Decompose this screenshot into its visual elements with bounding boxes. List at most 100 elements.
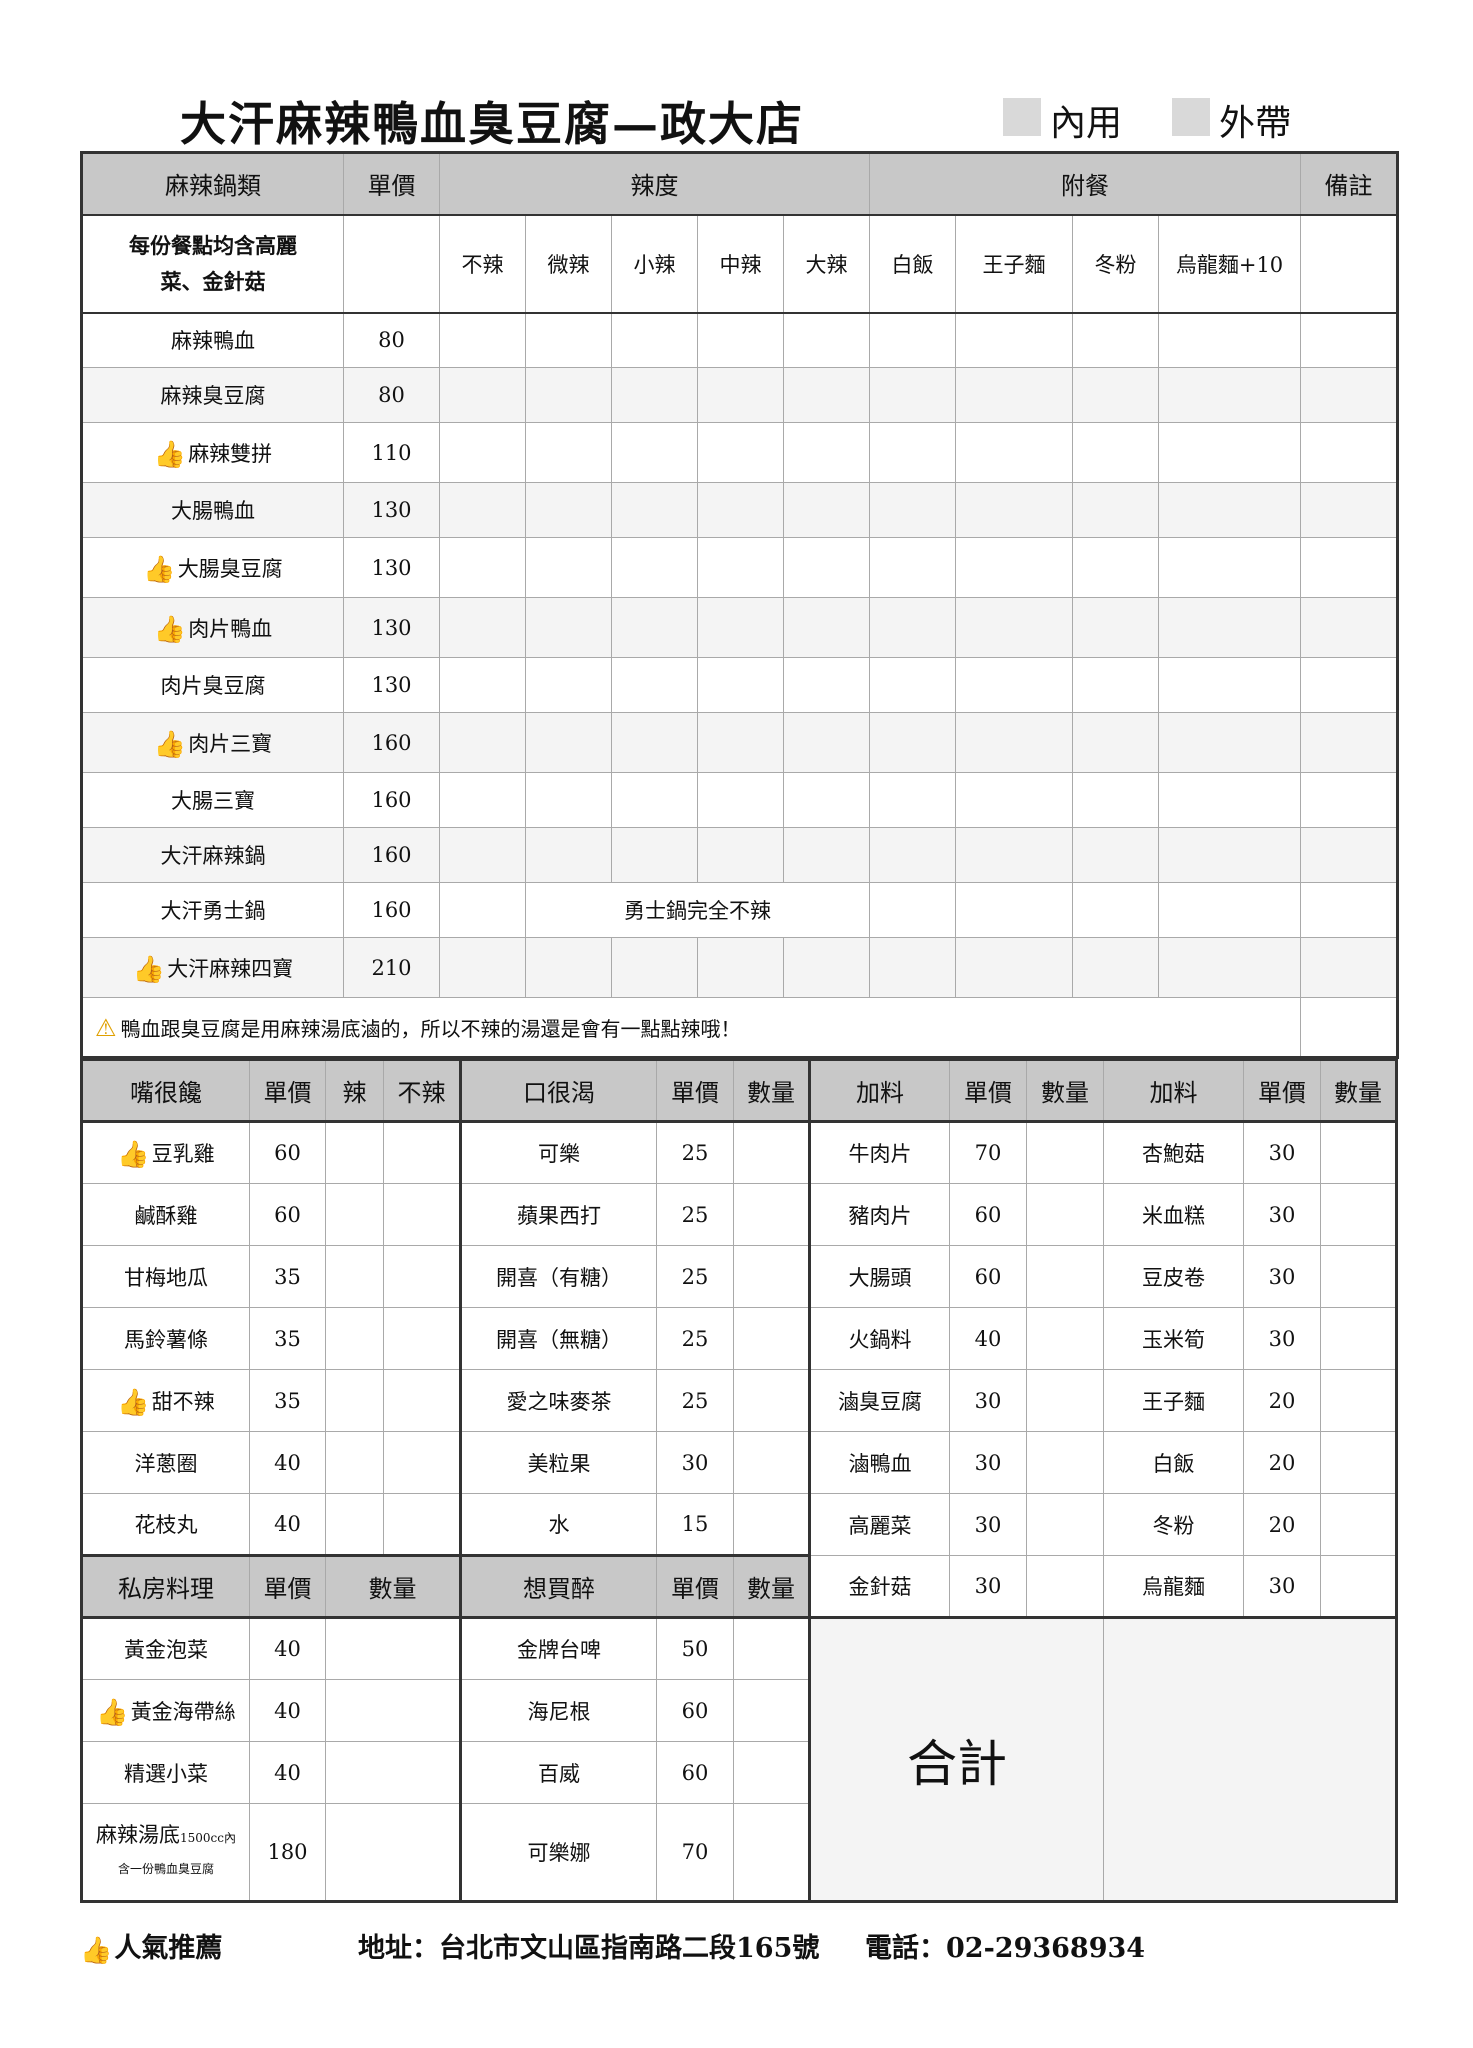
snack-spicy-qty[interactable] — [325, 1183, 384, 1246]
snack-not-spicy-qty[interactable] — [383, 1121, 461, 1184]
spice-checkbox-4[interactable] — [782, 537, 871, 598]
snack-not-spicy-qty[interactable] — [383, 1307, 461, 1370]
snack-spicy-qty[interactable] — [325, 1369, 384, 1432]
spice-checkbox-0[interactable] — [439, 772, 526, 828]
side-checkbox-3[interactable] — [1158, 712, 1302, 773]
side-checkbox-0[interactable] — [869, 712, 957, 773]
side-checkbox-3[interactable] — [1158, 597, 1302, 658]
note-cell[interactable] — [1300, 537, 1399, 598]
spice-checkbox-1[interactable] — [525, 597, 612, 658]
note-cell[interactable] — [1300, 597, 1399, 658]
spice-checkbox-0[interactable] — [439, 657, 526, 713]
snack-not-spicy-qty[interactable] — [383, 1493, 461, 1556]
side-checkbox-0[interactable] — [869, 657, 957, 713]
side-checkbox-2[interactable] — [1072, 772, 1160, 828]
spice-checkbox-3[interactable] — [697, 772, 784, 828]
side-checkbox-0[interactable] — [869, 482, 957, 538]
spice-checkbox-4[interactable] — [782, 772, 871, 828]
beer-qty[interactable] — [733, 1679, 810, 1742]
side-checkbox-3[interactable] — [1158, 772, 1302, 828]
spice-checkbox-1[interactable] — [525, 657, 612, 713]
snack-spicy-qty[interactable] — [325, 1431, 384, 1494]
side-checkbox-2[interactable] — [1072, 367, 1160, 423]
side-checkbox-2[interactable] — [1072, 712, 1160, 773]
side-checkbox-1[interactable] — [955, 937, 1074, 998]
spice-checkbox-3[interactable] — [697, 827, 784, 883]
spice-checkbox-3[interactable] — [697, 937, 784, 998]
side-checkbox-3[interactable] — [1158, 537, 1302, 598]
addon2-qty[interactable] — [1320, 1493, 1397, 1556]
spice-checkbox-2[interactable] — [611, 937, 698, 998]
note-cell[interactable] — [1300, 772, 1399, 828]
spice-checkbox-0[interactable] — [439, 422, 526, 483]
addon2-qty[interactable] — [1320, 1121, 1397, 1184]
drink-qty[interactable] — [733, 1183, 810, 1246]
spice-checkbox-2[interactable] — [611, 827, 698, 883]
note-cell[interactable] — [1300, 367, 1399, 423]
addon2-qty-7[interactable] — [1320, 1555, 1397, 1618]
side-checkbox-1[interactable] — [955, 712, 1074, 773]
note-cell[interactable] — [1300, 312, 1399, 368]
side-checkbox-3[interactable] — [1158, 422, 1302, 483]
side-checkbox-3[interactable] — [1158, 312, 1302, 368]
spice-checkbox-0[interactable] — [439, 827, 526, 883]
side-checkbox-3[interactable] — [1158, 367, 1302, 423]
spice-checkbox-4[interactable] — [782, 367, 871, 423]
spice-checkbox-1[interactable] — [525, 712, 612, 773]
side-checkbox-0[interactable] — [869, 827, 957, 883]
spice-checkbox-4[interactable] — [782, 937, 871, 998]
spice-checkbox-1[interactable] — [525, 367, 612, 423]
spice-checkbox-2[interactable] — [611, 712, 698, 773]
snack-spicy-qty[interactable] — [325, 1245, 384, 1308]
takeout-checkbox[interactable] — [1172, 98, 1210, 136]
snack-spicy-qty[interactable] — [325, 1493, 384, 1556]
spice-checkbox-2[interactable] — [611, 772, 698, 828]
spice-checkbox-4[interactable] — [782, 657, 871, 713]
spice-checkbox-0[interactable] — [439, 882, 526, 938]
addon1-qty-7[interactable] — [1026, 1555, 1104, 1618]
spice-checkbox-1[interactable] — [525, 827, 612, 883]
addon1-qty[interactable] — [1026, 1245, 1104, 1308]
side-checkbox-2[interactable] — [1072, 422, 1160, 483]
side-checkbox-1[interactable] — [955, 827, 1074, 883]
spice-checkbox-0[interactable] — [439, 312, 526, 368]
side-checkbox-2[interactable] — [1072, 882, 1160, 938]
side-checkbox-0[interactable] — [869, 422, 957, 483]
drink-qty[interactable] — [733, 1307, 810, 1370]
addon1-qty[interactable] — [1026, 1307, 1104, 1370]
side-checkbox-2[interactable] — [1072, 937, 1160, 998]
beer-qty[interactable] — [733, 1617, 810, 1680]
drink-qty[interactable] — [733, 1493, 810, 1556]
private-item-qty[interactable] — [325, 1679, 461, 1742]
spice-checkbox-4[interactable] — [782, 482, 871, 538]
addon2-qty[interactable] — [1320, 1431, 1397, 1494]
side-checkbox-0[interactable] — [869, 772, 957, 828]
spice-checkbox-1[interactable] — [525, 482, 612, 538]
side-checkbox-2[interactable] — [1072, 312, 1160, 368]
note-cell[interactable] — [1300, 482, 1399, 538]
spice-checkbox-0[interactable] — [439, 937, 526, 998]
spice-checkbox-4[interactable] — [782, 422, 871, 483]
side-checkbox-0[interactable] — [869, 537, 957, 598]
spice-checkbox-1[interactable] — [525, 312, 612, 368]
drink-qty[interactable] — [733, 1431, 810, 1494]
side-checkbox-2[interactable] — [1072, 827, 1160, 883]
side-checkbox-0[interactable] — [869, 312, 957, 368]
side-checkbox-2[interactable] — [1072, 482, 1160, 538]
dine-in-checkbox[interactable] — [1003, 98, 1041, 136]
side-checkbox-1[interactable] — [955, 422, 1074, 483]
addon2-qty[interactable] — [1320, 1307, 1397, 1370]
side-checkbox-1[interactable] — [955, 312, 1074, 368]
side-checkbox-1[interactable] — [955, 597, 1074, 658]
drink-qty[interactable] — [733, 1121, 810, 1184]
side-checkbox-0[interactable] — [869, 597, 957, 658]
private-item-qty[interactable] — [325, 1741, 461, 1804]
side-checkbox-3[interactable] — [1158, 657, 1302, 713]
private-item-qty[interactable] — [325, 1803, 461, 1902]
addon1-qty[interactable] — [1026, 1369, 1104, 1432]
spice-checkbox-3[interactable] — [697, 712, 784, 773]
spice-checkbox-1[interactable] — [525, 422, 612, 483]
side-checkbox-1[interactable] — [955, 482, 1074, 538]
addon2-qty[interactable] — [1320, 1369, 1397, 1432]
spice-checkbox-4[interactable] — [782, 712, 871, 773]
